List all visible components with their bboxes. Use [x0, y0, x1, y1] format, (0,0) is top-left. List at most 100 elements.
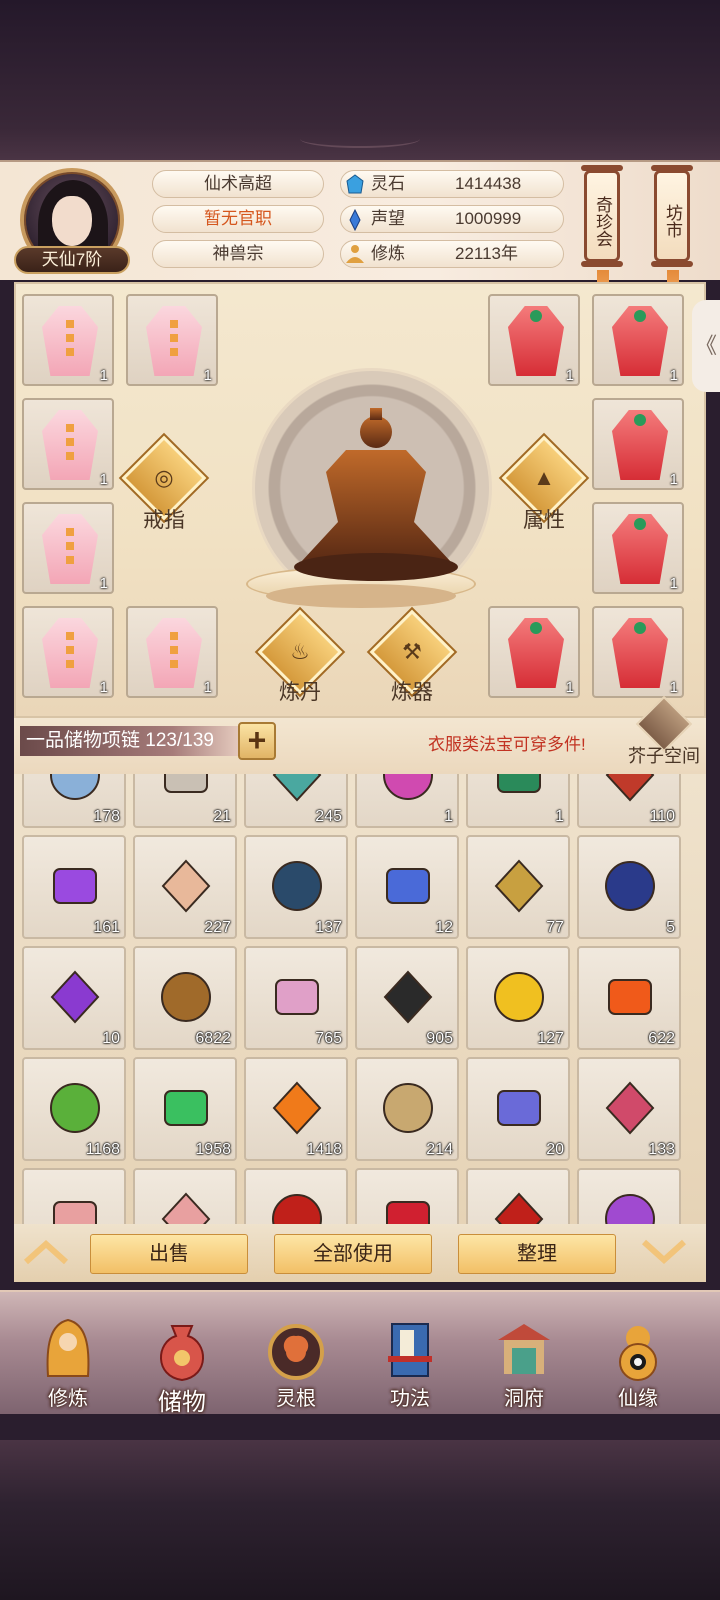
inventory-item[interactable]: 133	[577, 1057, 681, 1161]
inventory-item[interactable]: 214	[355, 1057, 459, 1161]
equip-slot[interactable]: 1	[22, 294, 114, 386]
inventory-item[interactable]	[133, 1168, 237, 1224]
equip-slot[interactable]: 1	[592, 502, 684, 594]
inventory-item[interactable]: 161	[22, 835, 126, 939]
item-quantity: 127	[537, 1030, 564, 1047]
inventory-item[interactable]: 137	[244, 835, 348, 939]
inventory-item[interactable]: 5	[577, 835, 681, 939]
nav-spirit-root[interactable]: 灵根	[246, 1310, 346, 1416]
equip-slot[interactable]: 1	[592, 398, 684, 490]
bottom-nav: 修炼 储物 灵根 功法 洞府 仙缘	[0, 1290, 720, 1416]
equipment-panel: 1 1 1 1 1 1 1 1 1 1 1 1 ◎ 戒指 ▲ 属性 ♨ 炼丹 ⚒…	[14, 282, 706, 718]
item-icon	[605, 861, 655, 911]
stat-reputation: 声望 1000999	[340, 205, 564, 233]
equip-slot[interactable]: 1	[22, 606, 114, 698]
inventory-item[interactable]: 127	[466, 946, 570, 1050]
inventory-item[interactable]: 12	[355, 835, 459, 939]
inventory-item[interactable]: 1958	[133, 1057, 237, 1161]
item-quantity: 214	[426, 1141, 453, 1158]
spirit-stone-icon	[346, 174, 364, 194]
inventory-item[interactable]: 622	[577, 946, 681, 1050]
side-collapse-tab[interactable]: 《	[692, 300, 720, 392]
cultivate-icon	[46, 1318, 90, 1377]
inventory-item[interactable]: 1168	[22, 1057, 126, 1161]
market-button[interactable]: 坊市	[651, 165, 693, 267]
stat-value: 1414438	[455, 174, 522, 193]
nav-fate[interactable]: 仙缘	[588, 1310, 688, 1416]
meditation-icon	[346, 245, 364, 263]
nav-storage[interactable]: 储物	[132, 1310, 232, 1416]
item-icon	[50, 970, 100, 1024]
inventory-item[interactable]: 905	[355, 946, 459, 1050]
sort-button[interactable]: 整理	[458, 1234, 616, 1274]
sect-name[interactable]: 神兽宗	[152, 240, 324, 268]
item-icon	[50, 1083, 100, 1133]
item-quantity: 765	[315, 1030, 342, 1047]
use-all-button[interactable]: 全部使用	[274, 1234, 432, 1274]
scroll-up-arrow-icon[interactable]	[22, 1238, 70, 1266]
item-icon	[272, 861, 322, 911]
action-bar: 出售 全部使用 整理	[14, 1224, 706, 1282]
pink-robe-icon	[146, 306, 202, 376]
nav-cultivate[interactable]: 修炼	[18, 1310, 118, 1416]
sell-button[interactable]: 出售	[90, 1234, 248, 1274]
ring-icon: ◎	[154, 465, 174, 490]
inventory-item[interactable]: 20	[466, 1057, 570, 1161]
stat-label: 灵石	[371, 174, 405, 193]
equip-slot[interactable]: 1	[22, 398, 114, 490]
item-icon	[383, 970, 433, 1024]
treasure-pavilion-button[interactable]: 奇珍会	[581, 165, 623, 267]
expand-storage-button[interactable]: +	[238, 722, 276, 760]
reputation-crystal-icon	[349, 208, 361, 232]
inventory-item[interactable]: 765	[244, 946, 348, 1050]
nav-cave[interactable]: 洞府	[474, 1310, 574, 1416]
item-icon	[164, 774, 208, 793]
inventory-item[interactable]	[244, 1168, 348, 1224]
inventory-item[interactable]	[466, 1168, 570, 1224]
storage-bar: 一品储物项链 123/139 + 衣服类法宝可穿多件! 芥子空间	[14, 695, 706, 774]
inventory-item[interactable]: 1	[466, 774, 570, 828]
red-robe-icon	[612, 306, 668, 376]
mustard-space-button[interactable]: 芥子空间	[624, 695, 704, 768]
official-rank[interactable]: 暂无官职	[152, 205, 324, 233]
inventory-item[interactable]: 110	[577, 774, 681, 828]
inventory-item[interactable]: 10	[22, 946, 126, 1050]
cauldron-icon: ♨	[290, 639, 310, 664]
cave-mansion-icon	[498, 1324, 550, 1374]
inventory-item[interactable]: 1418	[244, 1057, 348, 1161]
item-icon	[497, 774, 541, 793]
inventory-item[interactable]: 21	[133, 774, 237, 828]
slot-quantity: 1	[99, 575, 108, 592]
scroll-down-arrow-icon[interactable]	[640, 1238, 688, 1266]
item-icon	[272, 774, 322, 802]
inventory-item[interactable]	[577, 1168, 681, 1224]
slot-quantity: 1	[99, 471, 108, 488]
equip-slot[interactable]: 1	[126, 294, 218, 386]
inventory-item[interactable]: 1	[355, 774, 459, 828]
inventory-item[interactable]: 245	[244, 774, 348, 828]
equip-slot[interactable]: 1	[488, 294, 580, 386]
equip-slot[interactable]: 1	[126, 606, 218, 698]
item-icon	[386, 1201, 430, 1224]
top-backdrop	[0, 0, 720, 160]
equip-slot[interactable]: 1	[22, 502, 114, 594]
inventory-item[interactable]	[22, 1168, 126, 1224]
alchemy-label: 炼丹	[279, 681, 321, 704]
item-icon	[494, 972, 544, 1022]
inventory-item[interactable]: 227	[133, 835, 237, 939]
nav-technique[interactable]: 功法	[360, 1310, 460, 1416]
red-robe-icon	[508, 306, 564, 376]
pink-robe-icon	[146, 618, 202, 688]
item-quantity: 1168	[85, 1141, 120, 1158]
equip-slot[interactable]: 1	[488, 606, 580, 698]
inventory-grid[interactable]: 178 21 245 1 1 110 161 227 137 12 77 5 10 6822 765 905 1…	[14, 774, 706, 1224]
equip-slot[interactable]: 1	[592, 294, 684, 386]
inventory-item[interactable]: 6822	[133, 946, 237, 1050]
equip-slot[interactable]: 1	[592, 606, 684, 698]
item-quantity: 21	[213, 808, 231, 825]
inventory-item[interactable]: 77	[466, 835, 570, 939]
item-quantity: 110	[649, 808, 675, 825]
inventory-item[interactable]	[355, 1168, 459, 1224]
item-icon	[53, 1201, 97, 1224]
inventory-item[interactable]: 178	[22, 774, 126, 828]
